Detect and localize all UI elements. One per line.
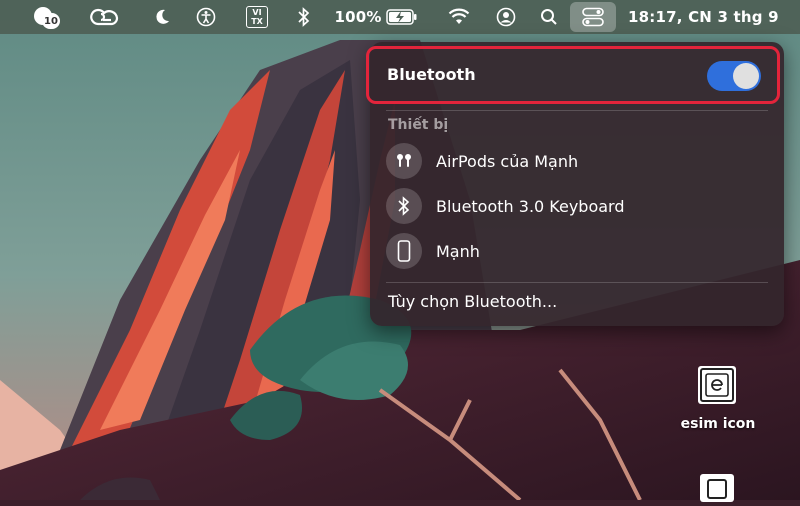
file-icon[interactable] bbox=[698, 472, 736, 506]
notification-count: 10 bbox=[42, 13, 60, 29]
bluetooth-panel: Bluetooth Thiết bị AirPods của Mạnh Blue… bbox=[366, 42, 784, 326]
devices-section-label: Thiết bị bbox=[388, 117, 449, 133]
control-center-icon[interactable] bbox=[570, 0, 616, 34]
divider bbox=[386, 110, 768, 111]
device-item-phone[interactable]: Mạnh bbox=[386, 232, 766, 270]
input-source-top: VI bbox=[252, 8, 262, 17]
bluetooth-toggle[interactable] bbox=[707, 61, 761, 91]
airpods-icon bbox=[386, 143, 422, 179]
bluetooth-title: Bluetooth bbox=[387, 65, 476, 84]
bluetooth-icon[interactable] bbox=[294, 0, 314, 34]
creative-cloud-icon[interactable] bbox=[88, 0, 122, 34]
bluetooth-icon bbox=[386, 188, 422, 224]
input-source-bottom: TX bbox=[251, 17, 263, 26]
toggle-knob bbox=[733, 63, 759, 89]
menubar-clock[interactable]: 18:17, CN 3 thg 9 bbox=[628, 0, 788, 34]
device-item-airpods[interactable]: AirPods của Mạnh bbox=[386, 142, 766, 180]
wifi-icon[interactable] bbox=[446, 0, 472, 34]
device-name: AirPods của Mạnh bbox=[436, 151, 579, 171]
device-item-keyboard[interactable]: Bluetooth 3.0 Keyboard bbox=[386, 187, 766, 225]
desktop-icon-label[interactable]: esim icon bbox=[668, 416, 768, 432]
user-icon[interactable] bbox=[494, 0, 518, 34]
bluetooth-header: Bluetooth bbox=[366, 46, 780, 104]
search-icon[interactable] bbox=[538, 0, 560, 34]
bluetooth-options-link[interactable]: Tùy chọn Bluetooth... bbox=[388, 292, 557, 311]
battery-percentage: 100% bbox=[334, 8, 382, 26]
file-icon[interactable] bbox=[696, 364, 738, 410]
device-name: Mạnh bbox=[436, 241, 480, 261]
accessibility-icon[interactable] bbox=[192, 0, 220, 34]
device-name: Bluetooth 3.0 Keyboard bbox=[436, 196, 625, 216]
battery-charging-icon[interactable] bbox=[384, 0, 420, 34]
moon-icon[interactable] bbox=[150, 0, 174, 34]
phone-icon bbox=[386, 233, 422, 269]
menu-bar: 10 VI TX 100% 18:17, CN 3 thg 9 bbox=[0, 0, 800, 34]
divider bbox=[386, 282, 768, 283]
input-source-icon[interactable]: VI TX bbox=[244, 0, 270, 34]
